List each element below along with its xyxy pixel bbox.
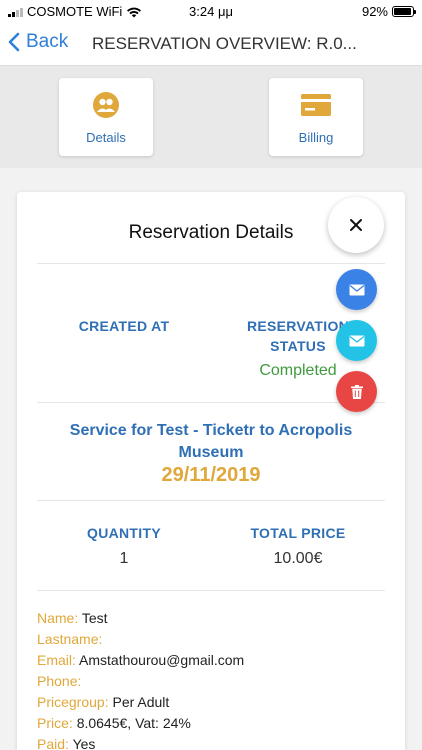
divider [37, 402, 385, 403]
battery-icon [392, 6, 416, 17]
envelope-icon [349, 284, 364, 295]
service-date: 29/11/2019 [161, 464, 261, 486]
tab-billing[interactable]: Billing [269, 78, 363, 156]
users-icon [92, 90, 120, 120]
customer-info-list: Name: Test Lastname: Email: Amstathourou… [37, 608, 244, 750]
tab-region: Details Billing [0, 66, 422, 168]
info-row-lastname: Lastname: [37, 631, 103, 647]
service-title: Service for Test - Ticketr to Acropolis … [69, 422, 353, 461]
info-row-paid: Paid: Yes [37, 736, 96, 750]
info-row-phone: Phone: [37, 673, 82, 689]
quantity-label: QUANTITY [87, 525, 161, 541]
created-at-label: CREATED AT [78, 318, 170, 334]
delete-fab-button[interactable] [336, 371, 377, 412]
back-button[interactable]: Back [8, 31, 68, 53]
trash-icon [350, 384, 363, 399]
divider [37, 263, 385, 264]
info-row-price: Price: 8.0645€, Vat: 24% [37, 715, 191, 731]
status-right: 92% [361, 4, 416, 19]
email-fab-button-blue[interactable] [336, 269, 377, 310]
tab-details[interactable]: Details [59, 78, 153, 156]
close-fab-button[interactable] [328, 197, 384, 253]
page-title: RESERVATION OVERVIEW: R.0... [92, 34, 357, 53]
tab-details-label: Details [86, 130, 126, 145]
info-row-email: Email: Amstathourou@gmail.com [37, 652, 245, 668]
email-fab-button-cyan[interactable] [336, 320, 377, 361]
battery-percent: 92% [361, 4, 388, 19]
close-icon [350, 219, 362, 231]
tab-billing-label: Billing [298, 130, 334, 145]
battery-fill [394, 8, 411, 15]
total-price-label: TOTAL PRICE [250, 525, 346, 541]
envelope-icon [349, 335, 364, 346]
total-price-value: 10.00€ [273, 550, 323, 567]
status-time: 3:24 μμ [189, 4, 233, 19]
info-row-name: Name: Test [37, 610, 108, 626]
chevron-left-icon [8, 32, 20, 52]
navigation-bar: Back RESERVATION OVERVIEW: R.0... [0, 22, 422, 66]
divider [37, 590, 385, 591]
credit-card-icon [301, 90, 331, 120]
info-row-pricegroup: Pricegroup: Per Adult [37, 694, 170, 710]
status-bar: COSMOTE WiFi 3:24 μμ 92% [0, 0, 422, 22]
divider [37, 500, 385, 501]
quantity-value: 1 [119, 550, 129, 567]
back-label: Back [26, 31, 69, 52]
